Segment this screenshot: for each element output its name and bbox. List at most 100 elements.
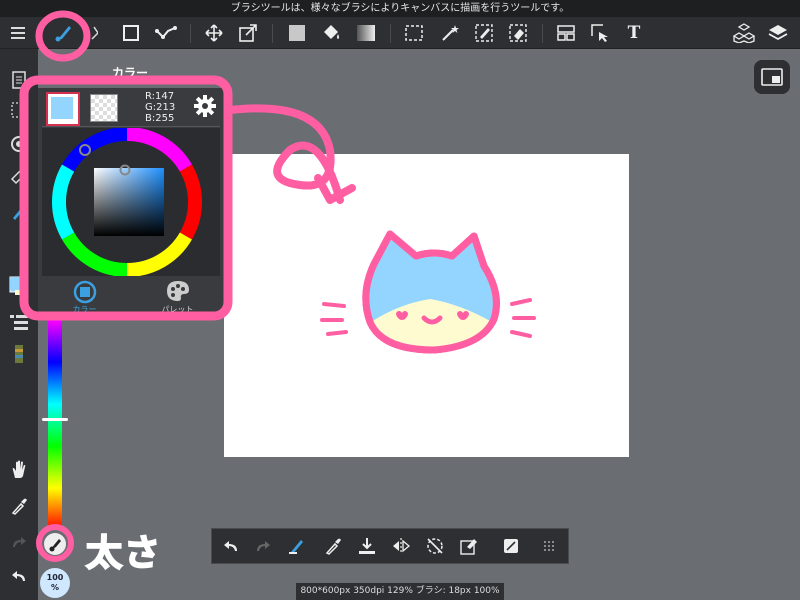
color-panel: R:147 G:213 B:255 カラー パレット [38,88,224,316]
layer-list-button[interactable] [0,307,38,337]
eyedropper-icon [325,538,341,555]
selection-icon [11,102,27,118]
hue-slider-knob[interactable] [42,418,68,421]
rotate-reset-icon [427,538,443,554]
brush-side-button[interactable] [0,197,38,227]
text-tool-icon: T [627,23,641,43]
select-rect-button[interactable] [400,17,428,49]
color-wheel-area [42,127,220,277]
select-rect-icon [405,25,423,41]
redo-button[interactable] [0,527,38,557]
fill-color-button[interactable] [283,17,311,49]
move-icon [205,24,223,42]
ruler-icon [10,167,28,185]
tool-tip-bar: ブラシツールは、様々なブラシによりキャンバスに描画を行うツールです。 [0,0,800,17]
redo-icon [13,537,26,547]
bucket-icon [324,25,339,39]
rgb-readout: R:147 G:213 B:255 [145,91,175,124]
rgb-b: B:255 [145,113,175,124]
toolbar-divider [390,24,391,43]
eraser-tool-button[interactable] [84,17,100,49]
undo-bottom-button[interactable] [214,529,248,563]
fill-square-icon [289,25,305,41]
brush-icon [289,540,303,554]
main-color-swatch[interactable] [46,92,80,126]
material-button[interactable] [0,339,38,369]
rotate-bottom-button[interactable] [418,529,452,563]
eraser-icon [91,26,98,40]
material-icon [15,345,23,363]
frame-select-button[interactable] [586,17,614,49]
rect-shape-tool-button[interactable] [118,17,144,49]
hand-icon [12,460,26,478]
layers-button[interactable] [764,17,792,49]
snap-icon [11,136,27,152]
palette-icon [166,281,189,301]
move-tool-button[interactable] [200,17,228,49]
transform-tool-button[interactable] [234,17,262,49]
flip-bottom-button[interactable] [384,529,418,563]
drawing-canvas[interactable] [224,154,629,457]
tab-color-label: カラー [72,305,97,314]
pages-button[interactable] [0,65,38,95]
select-pen-icon [475,24,493,42]
menu-icon[interactable] [4,17,32,49]
top-toolbar: T [0,17,800,49]
color-wheel[interactable] [42,127,220,277]
redo-icon [257,541,270,551]
status-bar: 800*600px 350dpi 129% ブラシ: 18px 100% [296,583,504,600]
eyedropper-bottom-button[interactable] [316,529,350,563]
toolbar-divider [272,24,273,43]
select-eraser-icon [509,24,527,42]
select-pen-button[interactable] [470,17,498,49]
redo-bottom-button[interactable] [246,529,280,563]
frame-divide-button[interactable] [552,17,580,49]
pages-icon [12,71,26,89]
main-color-chip [51,97,73,119]
fullscreen-bottom-button[interactable] [494,529,528,563]
transparent-color-swatch[interactable] [90,94,118,122]
save-bottom-button[interactable] [350,529,384,563]
grid-dots-icon [544,541,554,551]
tab-color[interactable]: カラー [38,276,131,316]
bucket-tool-button[interactable] [317,17,345,49]
opacity-button[interactable]: 100 % [40,568,70,598]
magic-wand-button[interactable] [436,17,464,49]
brush-tool-button[interactable] [46,17,80,49]
color-settings-button[interactable] [194,95,216,121]
clear-icon [460,539,477,555]
brush-icon [55,26,71,42]
opacity-value: 100 [46,573,64,582]
gradient-tool-button[interactable] [352,17,380,49]
clear-layer-button[interactable] [452,529,486,563]
undo-button[interactable] [0,561,38,591]
left-side-toolbar [0,49,38,600]
more-bottom-button[interactable] [532,529,566,563]
polyline-icon [155,26,177,39]
selection-button[interactable] [0,95,38,125]
materials-button[interactable] [730,17,758,49]
transform-icon [239,24,257,42]
cat-drawing [320,230,536,354]
brush-size-icon [49,539,61,552]
undo-icon [224,541,237,551]
polyline-tool-button[interactable] [152,17,180,49]
tab-palette[interactable]: パレット [131,276,224,316]
brush-size-button[interactable] [44,533,66,555]
toolbar-divider [542,24,543,43]
ruler-button[interactable] [0,161,38,191]
tab-palette-label: パレット [161,305,194,314]
eyedropper-button[interactable] [0,491,38,521]
magic-wand-icon [442,25,459,41]
view-toggle-button[interactable] [754,60,790,94]
snap-button[interactable] [0,129,38,159]
color-side-button[interactable] [0,271,38,301]
hand-tool-button[interactable] [0,455,38,485]
rgb-g: G:213 [145,102,176,113]
text-tool-button[interactable]: T [620,17,648,49]
brush-bottom-button[interactable] [280,529,314,563]
rgb-r: R:147 [145,91,175,102]
color-panel-title: カラー [112,66,149,80]
select-eraser-button[interactable] [504,17,532,49]
hue-slider[interactable] [48,320,62,530]
